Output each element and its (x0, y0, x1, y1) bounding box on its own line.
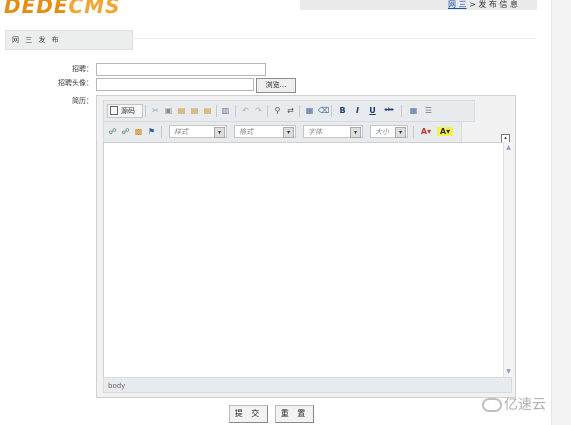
editor-scrollbar[interactable]: ▲ ▼ (503, 142, 513, 377)
bold-icon[interactable]: B (338, 106, 347, 115)
reset-button[interactable]: 重 置 (275, 405, 314, 423)
tab-divider (131, 38, 536, 39)
select-all-icon[interactable]: ▦ (305, 106, 314, 115)
cut-icon[interactable]: ✂ (151, 106, 160, 115)
chevron-down-icon: ▾ (283, 127, 294, 138)
watermark-text: 亿速云 (504, 397, 546, 413)
editor-toolbar-row2: ☍ ☍ ▩ ⚑ 样式 ▾ 格式 ▾ 字体 ▾ 大小 ▾ A▾ A▾ (103, 121, 462, 143)
toolbar-separator (267, 105, 268, 117)
breadcrumb-separator: > (469, 0, 476, 9)
remove-format-icon[interactable]: ⌫ (318, 106, 329, 115)
copy-icon[interactable]: ▣ (164, 106, 173, 115)
horizontal-rule-icon[interactable]: ☰ (424, 106, 433, 115)
title-input[interactable] (96, 63, 266, 76)
font-select-value: 字体 (308, 128, 322, 136)
tab-publish-label: 网 三 发 布 (12, 36, 61, 44)
editor-toolbar-row1: 源码 ✂ ▣ ▤ ▤ ▤ ▥ ↶ ↷ ⚲ ⇄ ▦ ⌫ B I U abc ▦ ☰ (103, 100, 475, 122)
rich-text-editor: 源码 ✂ ▣ ▤ ▤ ▤ ▥ ↶ ↷ ⚲ ⇄ ▦ ⌫ B I U abc ▦ ☰… (96, 95, 516, 398)
cloud-icon (482, 398, 502, 412)
toolbar-separator (216, 105, 217, 117)
editor-content-area[interactable] (103, 142, 505, 379)
size-select[interactable]: 大小 ▾ (370, 125, 408, 138)
chevron-down-icon: ▾ (214, 127, 225, 138)
toolbar-separator (145, 105, 146, 117)
paste-word-icon[interactable]: ▤ (203, 106, 212, 115)
avatar-field-label: 招聘头像： (58, 79, 93, 87)
paste-text-icon[interactable]: ▤ (190, 106, 199, 115)
breadcrumb: 网 三 > 发 布 信 息 (448, 0, 518, 10)
scroll-up-icon[interactable]: ▲ (505, 144, 512, 151)
background-color-icon[interactable]: A▾ (437, 127, 453, 136)
watermark: 亿速云 (482, 394, 546, 414)
style-select-value: 样式 (174, 128, 188, 136)
browse-button[interactable]: 浏览... (256, 78, 296, 93)
paste-icon[interactable]: ▤ (177, 106, 186, 115)
scroll-down-icon[interactable]: ▼ (505, 368, 512, 375)
breadcrumb-current: 发 布 信 息 (478, 0, 518, 9)
find-icon[interactable]: ⚲ (273, 106, 282, 115)
italic-icon[interactable]: I (353, 106, 362, 115)
chevron-down-icon: ▾ (350, 127, 361, 138)
source-icon (110, 106, 118, 115)
format-select[interactable]: 格式 ▾ (234, 125, 296, 138)
toolbar-separator (401, 105, 402, 117)
dedecms-logo: DEDECMS (4, 0, 121, 18)
underline-icon[interactable]: U (368, 106, 377, 115)
source-button[interactable]: 源码 (107, 104, 143, 118)
breadcrumb-home-link[interactable]: 网 三 (448, 0, 467, 9)
undo-icon[interactable]: ↶ (241, 106, 250, 115)
toolbar-separator (235, 105, 236, 117)
style-select[interactable]: 样式 ▾ (169, 125, 227, 138)
font-select[interactable]: 字体 ▾ (303, 125, 363, 138)
table-icon[interactable]: ▦ (409, 106, 418, 115)
replace-icon[interactable]: ⇄ (286, 106, 295, 115)
text-color-icon[interactable]: A▾ (418, 127, 434, 136)
size-select-value: 大小 (375, 128, 389, 136)
anchor-flag-icon[interactable]: ⚑ (147, 127, 156, 136)
toolbar-separator (413, 126, 414, 138)
unlink-icon[interactable]: ☍ (121, 127, 130, 136)
format-select-value: 格式 (239, 128, 253, 136)
chevron-down-icon: ▾ (395, 127, 406, 138)
link-icon[interactable]: ☍ (108, 127, 117, 136)
print-icon[interactable]: ▥ (221, 106, 230, 115)
toolbar-separator (161, 126, 162, 138)
editor-element-path: body (103, 377, 512, 393)
resume-field-label: 简历： (72, 97, 93, 105)
field-title-label: 招聘： (72, 65, 93, 73)
image-icon[interactable]: ▩ (134, 127, 143, 136)
toolbar-separator (331, 105, 332, 117)
toolbar-separator (299, 105, 300, 117)
avatar-file-input[interactable] (96, 78, 254, 91)
source-label: 源码 (121, 107, 135, 115)
submit-button[interactable]: 提 交 (229, 405, 268, 423)
strikethrough-icon[interactable]: abc (383, 106, 395, 115)
redo-icon[interactable]: ↷ (254, 106, 263, 115)
tab-publish[interactable]: 网 三 发 布 (5, 30, 133, 50)
right-scrollbar[interactable] (551, 0, 571, 425)
